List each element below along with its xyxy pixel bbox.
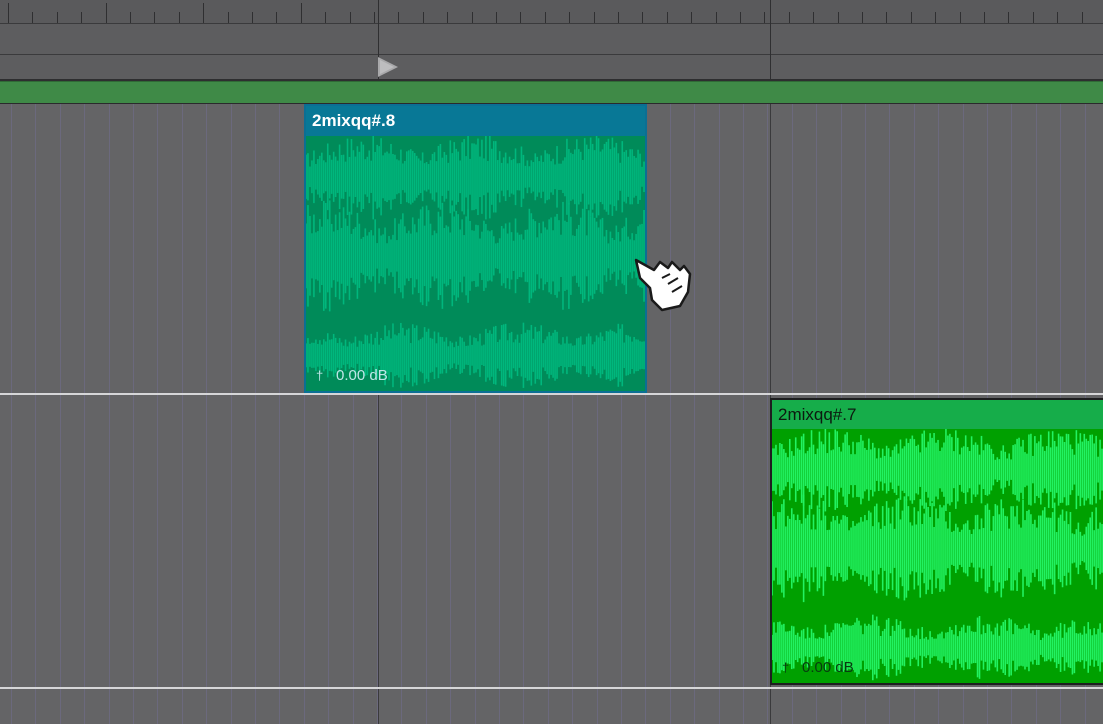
grid-line — [157, 104, 158, 724]
ruler-tick — [594, 12, 595, 23]
ruler-tick — [740, 12, 741, 23]
grid-line — [767, 104, 768, 724]
region-name: 2mixqq#.7 — [772, 400, 1103, 429]
ruler-tick — [1033, 12, 1034, 23]
ruler-tick — [179, 12, 180, 23]
ruler-tick — [374, 12, 375, 23]
ruler-tick — [154, 12, 155, 23]
pointing-hand-cursor-icon — [634, 258, 692, 312]
ruler-tick — [1057, 12, 1058, 23]
region-gain: † 0.00 dB — [782, 659, 854, 677]
grid-line — [694, 104, 695, 724]
ruler-tick — [472, 12, 473, 23]
ruler-tick — [106, 3, 107, 23]
ruler-tick — [1082, 12, 1083, 23]
region-name: 2mixqq#.8 — [306, 106, 645, 136]
grid-line — [743, 104, 744, 724]
grid-line — [84, 104, 85, 724]
playhead-highlight — [380, 60, 394, 74]
grid-line — [255, 104, 256, 724]
ruler-tick — [935, 12, 936, 23]
ruler-tick — [325, 12, 326, 23]
bar-ruler[interactable] — [0, 0, 1103, 24]
ruler-tick — [252, 12, 253, 23]
ruler-tick — [764, 12, 765, 23]
ruler-tick — [81, 12, 82, 23]
grid-line — [133, 104, 134, 724]
grid-line — [279, 104, 280, 724]
ruler-tick — [1008, 12, 1009, 23]
grid-line — [182, 104, 183, 724]
ruler-tick — [398, 12, 399, 23]
region-gain-value: 0.00 dB — [802, 659, 854, 676]
ruler-tick — [691, 12, 692, 23]
arrange-window: 2mixqq#.8 † 0.00 dB 2mixqq#.7 † 0.00 dB — [0, 0, 1103, 724]
ruler-tick — [447, 12, 448, 23]
ruler-tick — [862, 12, 863, 23]
ruler-tick — [520, 12, 521, 23]
ruler-bar-tick — [770, 0, 771, 79]
timeline-ruler[interactable] — [0, 0, 1103, 81]
grid-line — [60, 104, 61, 724]
ruler-tick — [350, 12, 351, 23]
ruler-tick — [57, 12, 58, 23]
region-gain-value: 0.00 dB — [336, 367, 388, 384]
ruler-tick — [642, 12, 643, 23]
grid-line — [109, 104, 110, 724]
ruler-tick — [618, 12, 619, 23]
grid-line — [35, 104, 36, 724]
ruler-tick — [960, 12, 961, 23]
playhead-lane[interactable] — [0, 55, 1103, 81]
waveform — [306, 136, 645, 391]
grid-line — [206, 104, 207, 724]
ruler-tick — [667, 12, 668, 23]
ruler-tick — [716, 12, 717, 23]
ruler-tick — [8, 3, 9, 23]
ruler-tick — [838, 12, 839, 23]
grid-line — [719, 104, 720, 724]
audio-region[interactable]: 2mixqq#.7 † 0.00 dB — [770, 398, 1103, 685]
region-gain: † 0.00 dB — [316, 367, 388, 385]
ruler-tick — [789, 12, 790, 23]
dagger-icon: † — [316, 368, 324, 383]
ruler-tick — [984, 12, 985, 23]
waveform — [772, 429, 1103, 683]
grid-line — [11, 104, 12, 724]
ruler-tick — [423, 12, 424, 23]
grid-line — [670, 104, 671, 724]
ruler-tick — [301, 3, 302, 23]
ruler-tick — [569, 12, 570, 23]
ruler-tick — [32, 12, 33, 23]
marker-lane[interactable] — [0, 24, 1103, 55]
dagger-icon: † — [782, 660, 790, 675]
ruler-tick — [276, 12, 277, 23]
cycle-region-bar[interactable] — [0, 81, 1103, 105]
track-separator — [0, 687, 1103, 689]
ruler-tick — [545, 12, 546, 23]
ruler-tick — [203, 3, 204, 23]
grid-line — [231, 104, 232, 724]
ruler-tick — [813, 12, 814, 23]
ruler-tick — [130, 12, 131, 23]
ruler-tick — [496, 12, 497, 23]
track-separator — [0, 393, 1103, 395]
ruler-tick — [886, 12, 887, 23]
ruler-tick — [228, 12, 229, 23]
ruler-tick — [911, 12, 912, 23]
audio-region-selected[interactable]: 2mixqq#.8 † 0.00 dB — [304, 104, 647, 393]
